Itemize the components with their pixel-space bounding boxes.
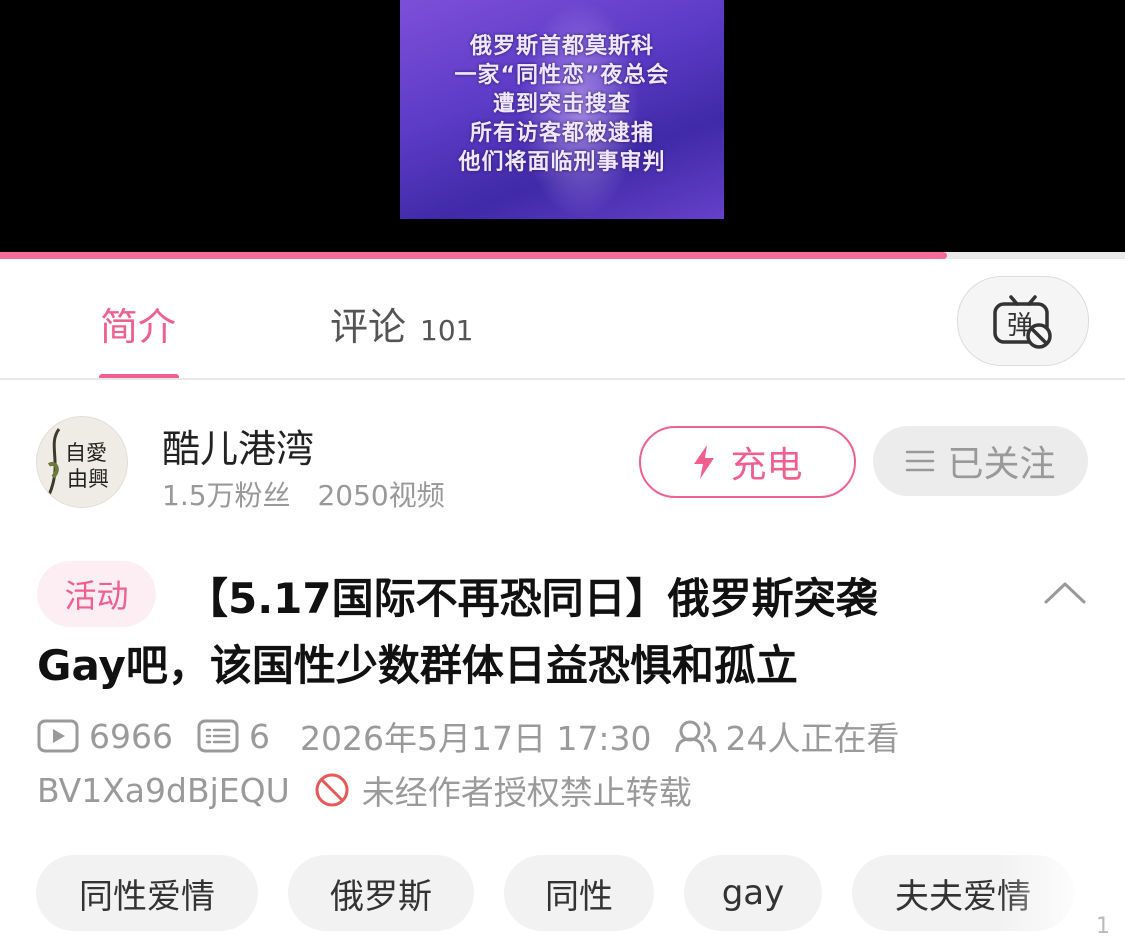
video-frame[interactable]: 俄罗斯首都莫斯科 一家“同性恋”夜总会 遭到突击搜查 所有访客都被逮捕 他们将面… (400, 0, 724, 219)
progress-fill (0, 252, 948, 259)
overlay-line: 一家“同性恋”夜总会 (454, 63, 670, 88)
danmaku-toggle-button[interactable]: 弹 (957, 276, 1089, 366)
danmaku-off-icon: 弹 (991, 287, 1055, 355)
lightning-icon (692, 444, 716, 480)
uploader-name[interactable]: 酷儿港湾 (162, 418, 314, 473)
play-count: 6966 (89, 716, 173, 756)
overlay-line: 所有访客都被逮捕 (469, 121, 654, 146)
overlay-line: 遭到突击搜查 (492, 92, 631, 117)
tag-chip[interactable]: 同性爱情 (36, 855, 258, 931)
copyright-notice: 未经作者授权禁止转载 (361, 773, 692, 812)
overlay-line: 他们将面临刑事审判 (458, 150, 666, 175)
corner-label: 1 (1096, 914, 1110, 939)
avatar[interactable]: 自愛 由興 (36, 416, 128, 508)
video-id-row: BV1Xa9dBjEQU 未经作者授权禁止转载 (37, 766, 692, 814)
menu-icon (905, 449, 935, 473)
play-icon (37, 718, 79, 754)
tab-comments[interactable]: 评论 101 (330, 296, 473, 351)
comments-count: 101 (420, 314, 474, 347)
follower-count: 1.5万粉丝 (162, 479, 291, 512)
bvid[interactable]: BV1Xa9dBjEQU (37, 771, 290, 810)
tab-comments-label: 评论 (330, 305, 407, 349)
avatar-text: 由興 (67, 467, 109, 491)
charge-label: 充电 (730, 445, 803, 486)
publish-time: 2026年5月17日 17:30 (299, 719, 652, 758)
danmaku-count: 6 (248, 716, 270, 756)
video-stats: 6966 6 2026年5月17日 17:30 24人正在看 (37, 712, 900, 760)
follow-label: 已关注 (947, 444, 1056, 485)
forbidden-icon (314, 772, 350, 808)
event-badge[interactable]: 活动 (37, 561, 156, 627)
chevron-up-icon[interactable] (1040, 574, 1090, 614)
video-title-line-1: 【5.17国际不再恐同日】俄罗斯突袭 (186, 574, 878, 623)
tag-chip[interactable]: 同性 (504, 855, 654, 931)
follow-button[interactable]: 已关注 (873, 426, 1088, 496)
video-title-line-2: Gay吧，该国性少数群体日益恐惧和孤立 (37, 641, 798, 690)
danmaku-count-icon (197, 718, 239, 754)
tab-intro[interactable]: 简介 (100, 296, 176, 351)
watching-now: 24人正在看 (725, 719, 900, 758)
uploader-stats: 1.5万粉丝 2050视频 (162, 474, 445, 514)
tag-chip[interactable]: gay (684, 855, 822, 931)
avatar-brush-art (47, 428, 61, 496)
tag-chip[interactable]: 俄罗斯 (288, 855, 474, 931)
tab-divider (0, 378, 1125, 380)
overlay-line: 俄罗斯首都莫斯科 (469, 34, 654, 59)
viewers-icon (674, 718, 718, 754)
charge-button[interactable]: 充电 (639, 426, 856, 498)
video-count: 2050视频 (317, 479, 445, 512)
